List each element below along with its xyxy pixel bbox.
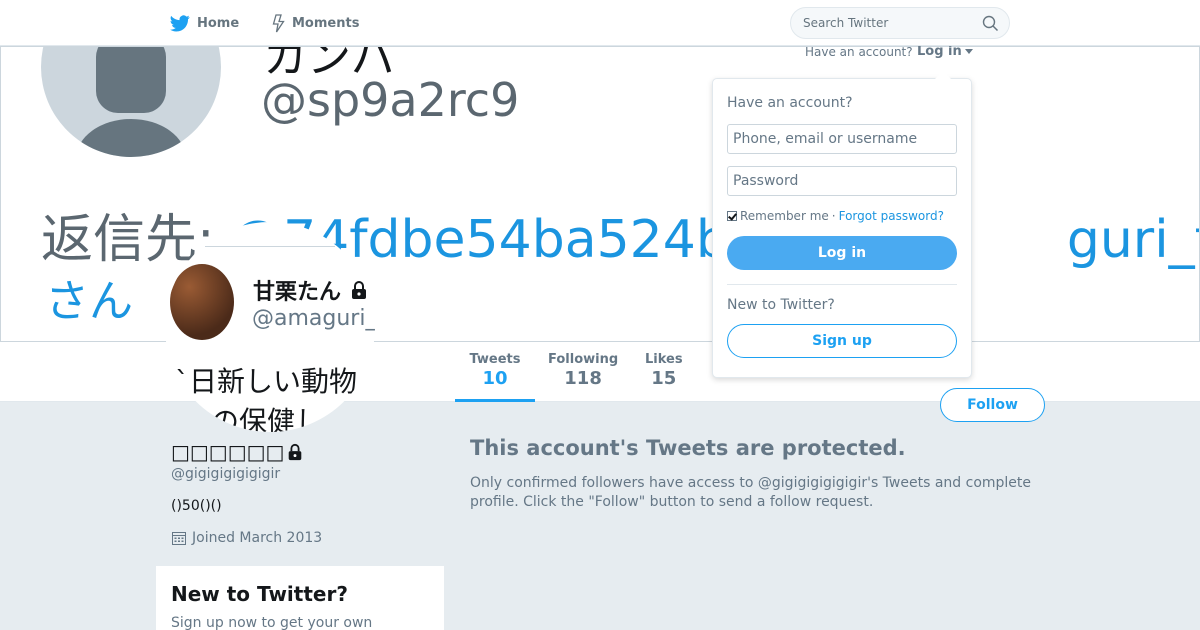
- avatar-name-text: 甘栗たん: [253, 280, 342, 305]
- profile-name[interactable]: □□□□□□: [171, 440, 304, 464]
- login-dropdown-toggle[interactable]: Log in: [917, 44, 973, 59]
- profile-name-text: □□□□□□: [171, 440, 285, 464]
- have-account-text: Have an account?: [805, 45, 913, 59]
- search-placeholder: Search Twitter: [803, 16, 889, 30]
- signup-module-title: New to Twitter?: [171, 582, 348, 606]
- stat-value: 118: [564, 368, 602, 389]
- stat-label: Following: [548, 352, 619, 367]
- signup-button[interactable]: Sign up: [727, 324, 957, 358]
- twitter-bird-icon: [170, 14, 190, 32]
- remember-me-label[interactable]: Remember me: [740, 209, 829, 223]
- login-dropdown: Have an account? Remember me · Forgot pa…: [712, 71, 972, 378]
- avatar-handle: @amaguri_ta: [252, 306, 375, 331]
- profile-handle[interactable]: @gigigigigigigir: [171, 466, 280, 482]
- stat-value: 10: [482, 368, 508, 389]
- signup-module-subtitle: Sign up now to get your own: [171, 615, 373, 630]
- profile-avatar[interactable]: 甘栗たん @amaguri_ta `日新しい動物 の保健し: [165, 222, 375, 432]
- nav-moments-label: Moments: [292, 15, 360, 31]
- new-to-twitter-text: New to Twitter?: [727, 297, 835, 313]
- remember-row: Remember me · Forgot password?: [727, 209, 944, 223]
- joined-text: Joined March 2013: [192, 530, 323, 546]
- stat-likes[interactable]: Likes 15: [645, 352, 683, 389]
- stat-following[interactable]: Following 118: [548, 352, 618, 389]
- nav-moments[interactable]: Moments: [272, 13, 359, 33]
- avatar-name: 甘栗たん: [253, 274, 369, 306]
- follow-button[interactable]: Follow: [940, 388, 1045, 422]
- caret-down-icon: [964, 49, 973, 54]
- banner-reply-link-end: guri_tan: [1066, 210, 1199, 270]
- banner-default-avatar: [41, 47, 221, 157]
- avatar-photo: [170, 264, 234, 340]
- lock-icon: [351, 281, 366, 299]
- protected-title: This account's Tweets are protected.: [470, 436, 906, 460]
- calendar-icon: [172, 532, 186, 545]
- separator: ·: [831, 209, 836, 223]
- forgot-password-link[interactable]: Forgot password?: [839, 209, 944, 223]
- stat-label: Tweets: [469, 352, 521, 367]
- profile-bio: ()50()(): [171, 498, 222, 514]
- stat-tweets[interactable]: Tweets 10: [455, 352, 535, 402]
- username-field[interactable]: [727, 124, 957, 154]
- login-button[interactable]: Log in: [727, 236, 957, 270]
- nav-home-label: Home: [197, 15, 240, 31]
- banner-handle: @sp9a2rc9: [261, 73, 520, 127]
- banner-reply-line2: さん: [45, 276, 133, 327]
- search-input[interactable]: Search Twitter: [790, 7, 1010, 39]
- signup-module: New to Twitter? Sign up now to get your …: [156, 566, 444, 630]
- password-field[interactable]: [727, 166, 957, 196]
- lightning-icon: [272, 13, 285, 32]
- remember-me-checkbox[interactable]: [727, 211, 737, 221]
- dropdown-heading: Have an account?: [727, 95, 853, 111]
- login-toggle-label: Log in: [917, 44, 962, 59]
- lock-icon: [289, 443, 302, 461]
- avatar-bio-line1: `日新しい動物: [175, 365, 358, 398]
- divider: [727, 284, 957, 285]
- search-icon[interactable]: [982, 15, 999, 32]
- protected-text: Only confirmed followers have access to …: [470, 475, 1032, 510]
- avatar-bio-line2: の保健し: [211, 405, 324, 432]
- stat-label: Likes: [645, 352, 683, 367]
- profile-joined-date: Joined March 2013: [171, 530, 322, 546]
- top-navigation-bar: Home Moments Search Twitter: [0, 0, 1200, 46]
- nav-home[interactable]: Home: [170, 13, 239, 33]
- stat-value: 15: [651, 368, 677, 389]
